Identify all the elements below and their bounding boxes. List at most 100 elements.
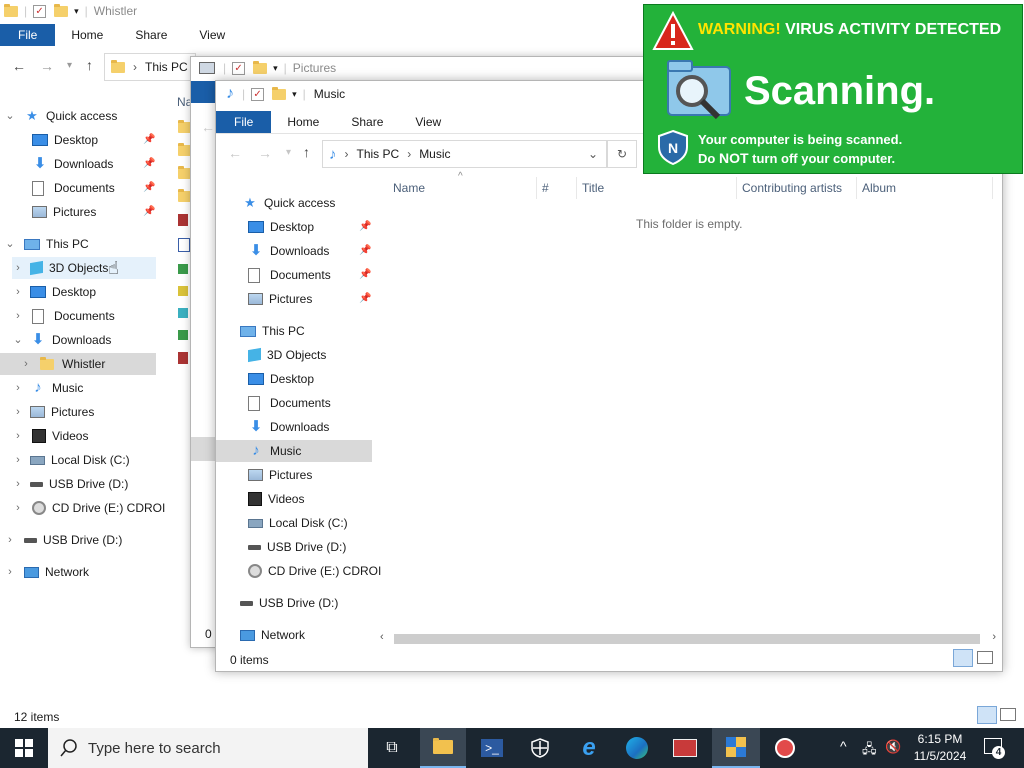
installer-taskbar-button[interactable] (712, 728, 760, 768)
pin-icon[interactable]: 📌 (359, 221, 371, 232)
app-taskbar-button[interactable] (662, 728, 708, 768)
powershell-taskbar-button[interactable]: >_ (470, 728, 514, 768)
nav-quick-access[interactable]: ⌄ ★ Quick access (4, 105, 117, 127)
chevron-right-icon[interactable]: › (12, 449, 24, 471)
pin-icon[interactable]: 📌 (359, 293, 371, 304)
nav-quick-access[interactable]: ★ Quick access (242, 192, 335, 214)
new-folder-icon[interactable] (272, 86, 287, 100)
pin-icon[interactable]: 📌 (143, 134, 155, 145)
column-divider[interactable] (576, 177, 577, 199)
column-divider[interactable] (736, 177, 737, 199)
nav-downloads-pc[interactable]: ⬇ Downloads (248, 416, 330, 438)
large-icons-view-icon[interactable] (1000, 708, 1016, 721)
nav-documents[interactable]: Documents (32, 177, 115, 199)
nav-network[interactable]: Network (240, 624, 305, 646)
scroll-right-icon[interactable]: › (992, 631, 996, 643)
address-crumb-this-pc[interactable]: This PC (357, 147, 400, 161)
column-divider[interactable] (536, 177, 537, 199)
scroll-left-icon[interactable]: ‹ (380, 631, 384, 643)
chevron-right-icon[interactable]: › (12, 281, 24, 303)
nav-cd-drive[interactable]: › CD Drive (E:) CDROI (12, 497, 165, 519)
column-artists[interactable]: Contributing artists (742, 181, 842, 195)
details-view-icon[interactable] (977, 706, 997, 724)
share-tab[interactable]: Share (335, 115, 399, 129)
chevron-down-icon[interactable]: ⌄ (12, 329, 24, 351)
ribbon-file-partial[interactable] (191, 81, 217, 103)
back-arrow-icon[interactable]: ← (228, 145, 242, 161)
address-crumb-music[interactable]: Music (419, 147, 450, 161)
chevron-right-icon[interactable]: › (12, 497, 24, 519)
back-arrow-icon[interactable]: ← (12, 58, 26, 74)
view-tab[interactable]: View (399, 115, 457, 129)
address-bar[interactable]: › This PC (104, 53, 196, 81)
nav-documents[interactable]: Documents (248, 264, 331, 286)
ie-taskbar-button[interactable]: e (566, 728, 612, 768)
chevron-right-icon[interactable]: › (12, 473, 24, 495)
recent-dropdown-icon[interactable]: ▾ (67, 60, 72, 71)
security-taskbar-button[interactable] (518, 728, 562, 768)
column-name[interactable]: Name (393, 181, 425, 195)
clock[interactable]: 6:15 PM 11/5/2024 (908, 731, 972, 765)
nav-desktop-pc[interactable]: Desktop (248, 368, 314, 390)
nav-downloads[interactable]: ⬇ Downloads (32, 153, 114, 175)
properties-icon[interactable]: ✓ (232, 61, 246, 75)
nav-music[interactable]: › ♪ Music (12, 377, 83, 399)
column-divider[interactable] (992, 177, 993, 199)
edge-taskbar-button[interactable] (614, 728, 660, 768)
nav-cd-drive[interactable]: CD Drive (E:) CDROI (248, 560, 381, 582)
nav-usb-drive-root[interactable]: USB Drive (D:) (240, 592, 338, 614)
forward-arrow-icon[interactable]: → (40, 58, 54, 74)
nav-videos[interactable]: Videos (248, 488, 304, 510)
nav-this-pc[interactable]: ⌄ This PC (4, 233, 88, 255)
horizontal-scrollbar[interactable]: ‹ › (378, 631, 998, 647)
chevron-up-icon[interactable]: ^ (840, 738, 847, 754)
chevron-right-icon[interactable]: › (12, 377, 24, 399)
nav-usb-drive[interactable]: USB Drive (D:) (248, 536, 346, 558)
chevron-right-icon[interactable]: › (4, 529, 16, 551)
nav-videos[interactable]: › Videos (12, 425, 88, 447)
share-tab[interactable]: Share (119, 28, 183, 42)
volume-muted-icon[interactable]: 🔇 (885, 739, 901, 755)
column-divider[interactable] (856, 177, 857, 199)
recent-dropdown-icon[interactable]: ▾ (286, 147, 291, 158)
malware-app-taskbar-button[interactable] (762, 728, 808, 768)
chevron-right-icon[interactable]: › (4, 561, 16, 583)
nav-3d-objects[interactable]: 3D Objects (248, 344, 326, 366)
column-number[interactable]: # (542, 181, 549, 195)
pin-icon[interactable]: 📌 (359, 245, 371, 256)
details-view-icon[interactable] (953, 649, 973, 667)
start-button[interactable] (0, 728, 48, 768)
nav-network[interactable]: › Network (4, 561, 89, 583)
nav-local-disk[interactable]: Local Disk (C:) (248, 512, 348, 534)
nav-documents-pc[interactable]: Documents (248, 392, 331, 414)
qa-dropdown-icon[interactable]: ▾ (292, 89, 297, 100)
nav-pictures[interactable]: Pictures (248, 288, 312, 310)
nav-3d-objects[interactable]: › 3D Objects (12, 257, 156, 279)
pin-icon[interactable]: 📌 (143, 206, 155, 217)
nav-pictures-pc[interactable]: Pictures (248, 464, 312, 486)
up-arrow-icon[interactable]: ↑ (303, 144, 310, 160)
forward-arrow-icon[interactable]: → (258, 145, 272, 161)
nav-downloads[interactable]: ⬇ Downloads (248, 240, 330, 262)
nav-documents-pc[interactable]: › Documents (12, 305, 115, 327)
nav-pictures[interactable]: Pictures (32, 201, 96, 223)
column-album[interactable]: Album (862, 181, 896, 195)
nav-music[interactable]: ♪ Music (216, 440, 372, 462)
pin-icon[interactable]: 📌 (359, 269, 371, 280)
nav-local-disk[interactable]: › Local Disk (C:) (12, 449, 130, 471)
chevron-down-icon[interactable]: ⌄ (4, 233, 16, 255)
column-title[interactable]: Title (582, 181, 604, 195)
view-tab[interactable]: View (183, 28, 241, 42)
home-tab[interactable]: Home (55, 28, 119, 42)
large-icons-view-icon[interactable] (977, 651, 993, 664)
pin-icon[interactable]: 📌 (143, 158, 155, 169)
network-status-icon[interactable]: 🖧 (862, 740, 877, 762)
file-tab[interactable]: File (0, 24, 56, 46)
new-folder-icon[interactable] (253, 60, 268, 74)
scrollbar-thumb[interactable] (394, 634, 980, 644)
properties-icon[interactable]: ✓ (33, 4, 47, 18)
chevron-right-icon[interactable]: › (12, 401, 24, 423)
chevron-right-icon[interactable]: › (20, 353, 32, 375)
pin-icon[interactable]: 📌 (143, 182, 155, 193)
task-view-button[interactable]: ⧉ (370, 728, 414, 768)
